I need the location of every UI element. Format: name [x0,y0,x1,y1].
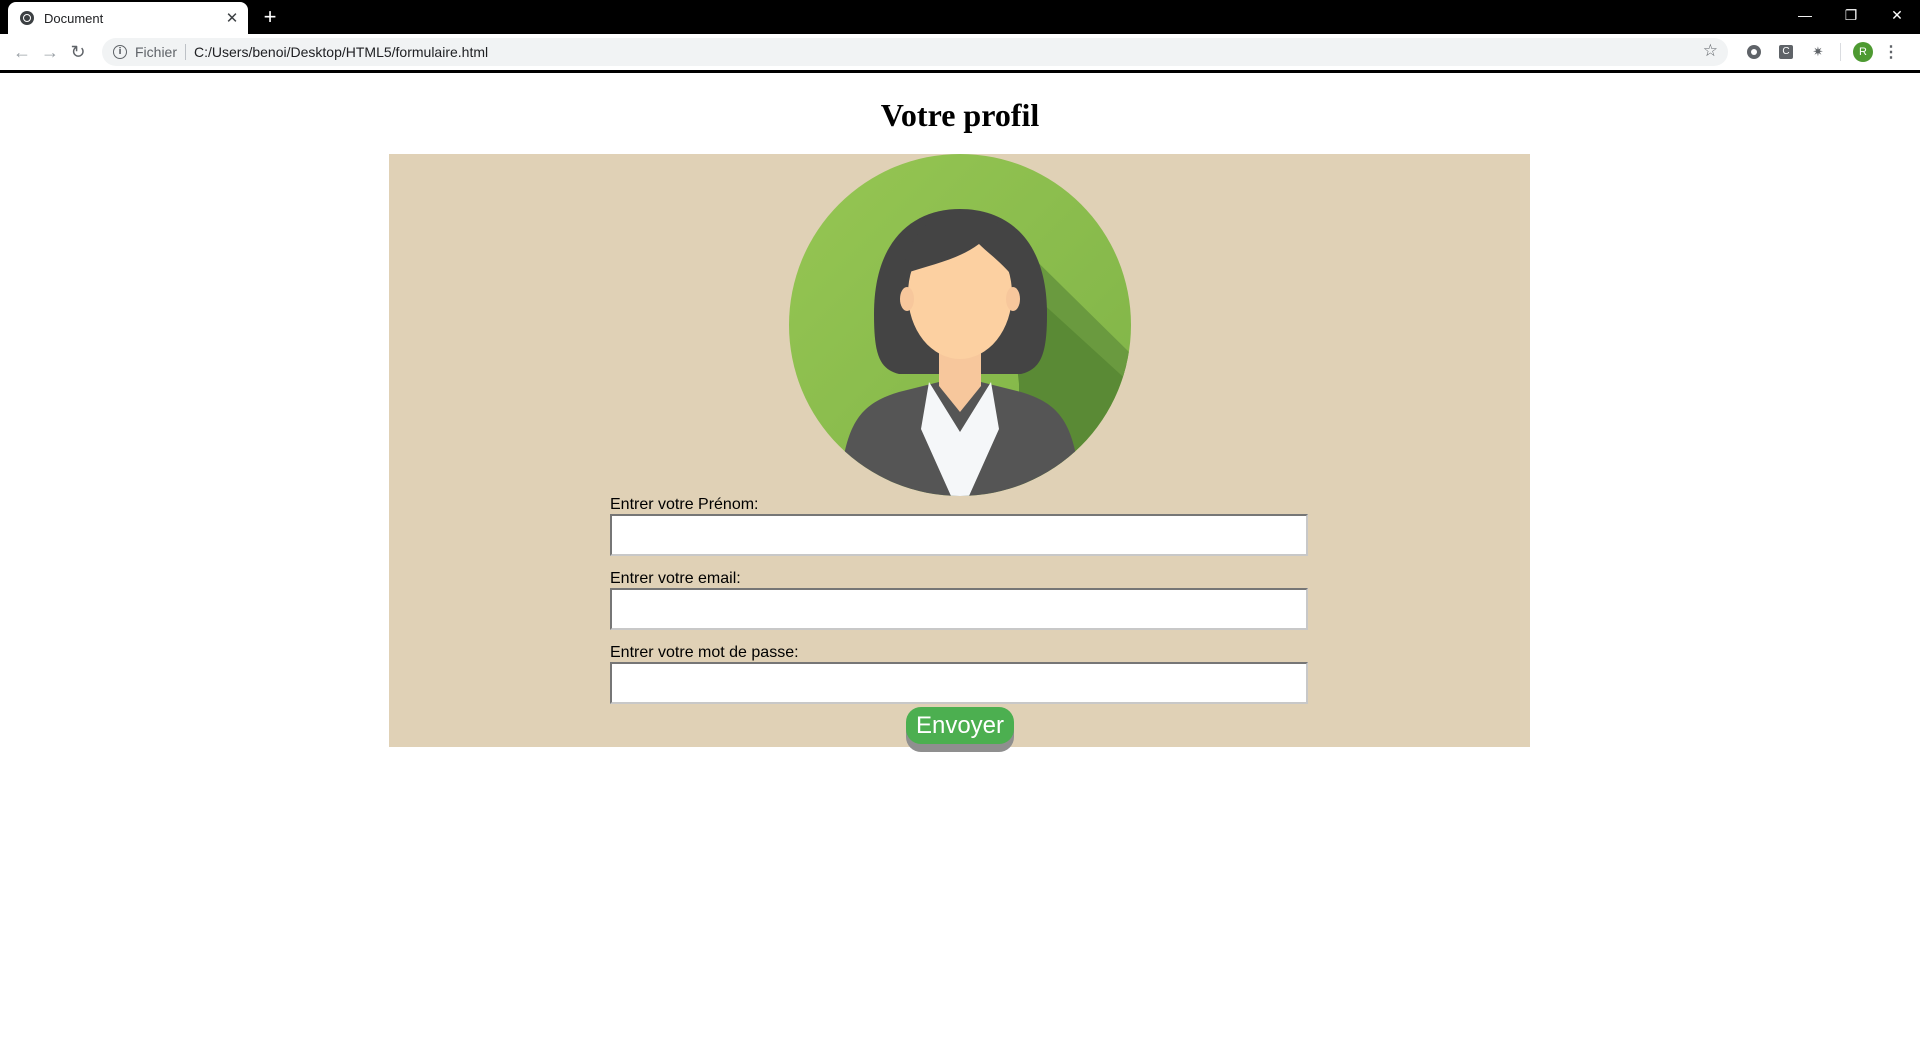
profile-avatar[interactable]: R [1853,42,1873,62]
close-window-icon[interactable]: ✕ [1874,0,1920,30]
page-title: Votre profil [880,97,1040,133]
submit-button[interactable]: Envoyer [906,707,1014,744]
url-text[interactable]: C:/Users/benoi/Desktop/HTML5/formulaire.… [194,44,488,60]
email-label: Entrer votre email: [610,570,741,587]
forward-arrow-icon[interactable]: → [36,38,64,66]
scheme-label: Fichier [135,44,178,60]
back-arrow-icon[interactable]: ← [8,38,36,66]
new-tab-button[interactable]: + [258,5,282,29]
extension-3-icon[interactable]: ✷ [1807,41,1829,63]
info-icon[interactable]: i [113,45,127,59]
extension-1-icon[interactable] [1743,41,1765,63]
minimize-icon[interactable]: — [1782,0,1828,30]
toolbar-divider [1840,43,1841,61]
email-input[interactable] [610,588,1308,630]
extension-2-icon[interactable]: C [1775,41,1797,63]
profile-form: Entrer votre Prénom: Entrer votre email:… [610,495,1308,717]
profile-card: Entrer votre Prénom: Entrer votre email:… [389,154,1530,747]
firstname-label: Entrer votre Prénom: [610,496,759,513]
restore-icon[interactable]: ❐ [1828,0,1874,30]
address-bar[interactable]: i Fichier C:/Users/benoi/Desktop/HTML5/f… [102,38,1728,66]
firstname-input[interactable] [610,514,1308,556]
bookmark-star-icon[interactable]: ☆ [1703,41,1718,61]
extensions-area: C ✷ R ⋮ [1738,41,1899,63]
tab-document[interactable]: Document ✕ [8,2,248,34]
globe-icon [20,11,34,25]
tab-close-icon[interactable]: ✕ [222,8,242,28]
address-divider [185,44,187,60]
window-controls: — ❐ ✕ [1782,0,1920,30]
tab-title: Document [44,10,104,26]
kebab-menu-icon[interactable]: ⋮ [1883,42,1899,62]
tab-strip: Document ✕ + — ❐ ✕ [0,0,1920,34]
browser-toolbar: ← → ↻ i Fichier C:/Users/benoi/Desktop/H… [0,34,1920,73]
reload-icon[interactable]: ↻ [64,38,92,66]
profile-picture [789,154,1131,496]
password-input[interactable] [610,662,1308,704]
password-label: Entrer votre mot de passe: [610,644,799,661]
